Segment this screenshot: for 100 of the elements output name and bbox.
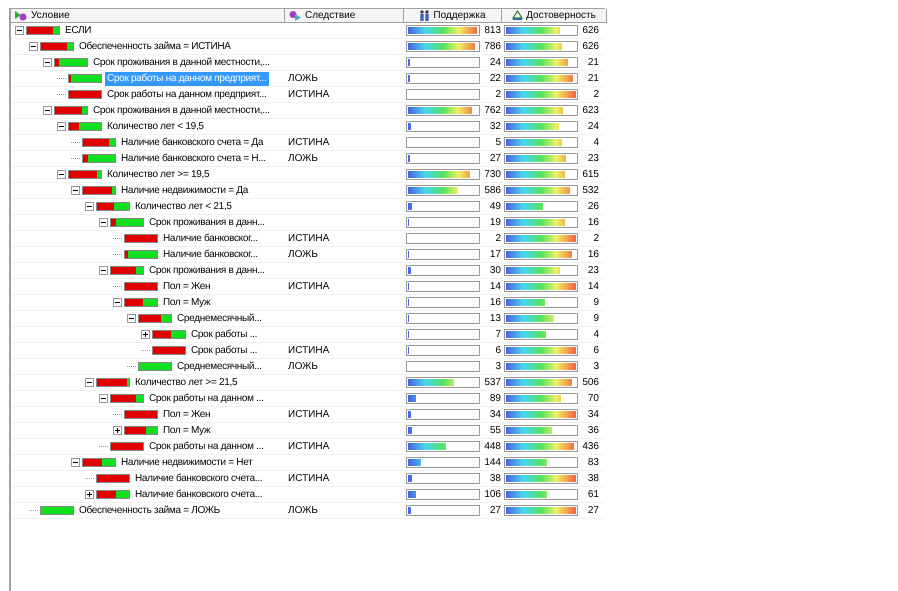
collapse-icon[interactable] [127,314,136,323]
condition-text[interactable]: Срок проживания в данн... [147,216,267,230]
support-value: 144 [484,456,501,470]
condition-text[interactable]: Наличие банковского счета... [133,488,264,502]
support-value: 2 [494,88,501,102]
confidence-value: 23 [586,264,599,278]
condition-text[interactable]: Количество лет >= 21,5 [133,376,240,390]
condition-text[interactable]: Наличие банковског... [161,232,260,246]
condition-text[interactable]: Количество лет >= 19,5 [105,168,212,182]
condition-text[interactable]: Наличие недвижимости = Да [119,184,250,198]
collapse-icon[interactable] [15,26,24,35]
confidence-value: 23 [586,152,599,166]
support-value: 49 [488,200,501,214]
column-header[interactable]: Условие [31,10,70,20]
support-value: 2 [494,232,501,246]
confidence-value: 14 [586,280,599,294]
support-value: 89 [488,392,501,406]
consequence-text: ЛОЖЬ [288,360,318,374]
confidence-value: 26 [586,200,599,214]
support-value: 5 [494,136,501,150]
expand-icon[interactable] [85,490,94,499]
collapse-icon[interactable] [99,266,108,275]
confidence-value: 6 [592,344,599,358]
support-value: 786 [484,40,501,54]
support-value: 106 [484,488,501,502]
confidence-value: 36 [586,424,599,438]
support-value: 3 [494,360,501,374]
condition-text[interactable]: Среднемесячный... [175,312,264,326]
condition-text[interactable]: Количество лет < 21,5 [133,200,234,214]
collapse-icon[interactable] [71,458,80,467]
condition-text[interactable]: Обеспеченность займа = ЛОЖЬ [77,504,222,518]
condition-text[interactable]: Срок работы на данном ... [147,392,266,406]
confidence-value: 83 [586,456,599,470]
support-value: 16 [488,296,501,310]
confidence-value: 2 [592,232,599,246]
condition-text[interactable]: Срок проживания в данн... [147,264,267,278]
confidence-value: 61 [586,488,599,502]
support-value: 24 [488,56,501,70]
consequence-text: ЛОЖЬ [288,504,318,518]
support-value: 537 [484,376,501,390]
confidence-value: 9 [592,312,599,326]
condition-text[interactable]: Пол = Жен [161,408,212,422]
support-value: 448 [484,440,501,454]
confidence-value: 626 [582,24,599,38]
confidence-value: 506 [582,376,599,390]
consequence-text: ИСТИНА [288,408,330,422]
collapse-icon[interactable] [99,394,108,403]
collapse-icon[interactable] [43,58,52,67]
collapse-icon[interactable] [57,122,66,131]
support-value: 27 [488,152,501,166]
confidence-value: 34 [586,408,599,422]
support-value: 13 [488,312,501,326]
condition-text[interactable]: Срок проживания в данной местности,... [91,56,272,70]
condition-text[interactable]: Срок проживания в данной местности,... [91,104,272,118]
consequence-text: ИСТИНА [288,472,330,486]
condition-text[interactable]: Пол = Муж [161,296,212,310]
condition-text[interactable]: Наличие банковског... [161,248,260,262]
confidence-value: 21 [586,72,599,86]
condition-text[interactable]: Обеспеченность займа = ИСТИНА [77,40,233,54]
support-value: 730 [484,168,501,182]
collapse-icon[interactable] [43,106,52,115]
condition-text[interactable]: Среднемесячный... [175,360,264,374]
support-value: 27 [488,504,501,518]
consequence-text: ЛОЖЬ [288,72,318,86]
support-value: 22 [488,72,501,86]
condition-icon [14,10,28,21]
collapse-icon[interactable] [29,42,38,51]
confidence-value: 2 [592,88,599,102]
condition-text[interactable]: Количество лет < 19,5 [105,120,206,134]
condition-text[interactable]: Пол = Жен [161,280,212,294]
confidence-value: 3 [592,360,599,374]
consequence-text: ИСТИНА [288,344,330,358]
condition-text[interactable]: Наличие банковского счета = Н... [119,152,268,166]
collapse-icon[interactable] [85,202,94,211]
consequence-text: ЛОЖЬ [288,248,318,262]
expand-icon[interactable] [113,426,122,435]
consequence-icon [288,10,302,21]
condition-text[interactable]: ЕСЛИ [63,24,94,38]
consequence-text: ЛОЖЬ [288,152,318,166]
collapse-icon[interactable] [113,298,122,307]
confidence-value: 615 [582,168,599,182]
scales-icon [512,10,524,21]
condition-text[interactable]: Срок работы ... [189,344,260,358]
support-value: 34 [488,408,501,422]
condition-text[interactable]: Срок работы ... [189,328,260,342]
collapse-icon[interactable] [99,218,108,227]
support-value: 7 [494,328,501,342]
condition-text[interactable]: Пол = Муж [161,424,212,438]
collapse-icon[interactable] [85,378,94,387]
condition-text[interactable]: Наличие банковского счета = Да [119,136,266,150]
collapse-icon[interactable] [57,170,66,179]
collapse-icon[interactable] [71,186,80,195]
condition-text[interactable]: Срок работы на данном ... [147,440,266,454]
support-value: 32 [488,120,501,134]
expand-icon[interactable] [141,330,150,339]
condition-text[interactable]: Срок работы на данном предприят... [105,88,268,102]
condition-text[interactable]: Наличие банковского счета... [133,472,264,486]
condition-text[interactable]: Наличие недвижимости = Нет [119,456,254,470]
confidence-value: 70 [586,392,599,406]
consequence-text: ИСТИНА [288,280,330,294]
